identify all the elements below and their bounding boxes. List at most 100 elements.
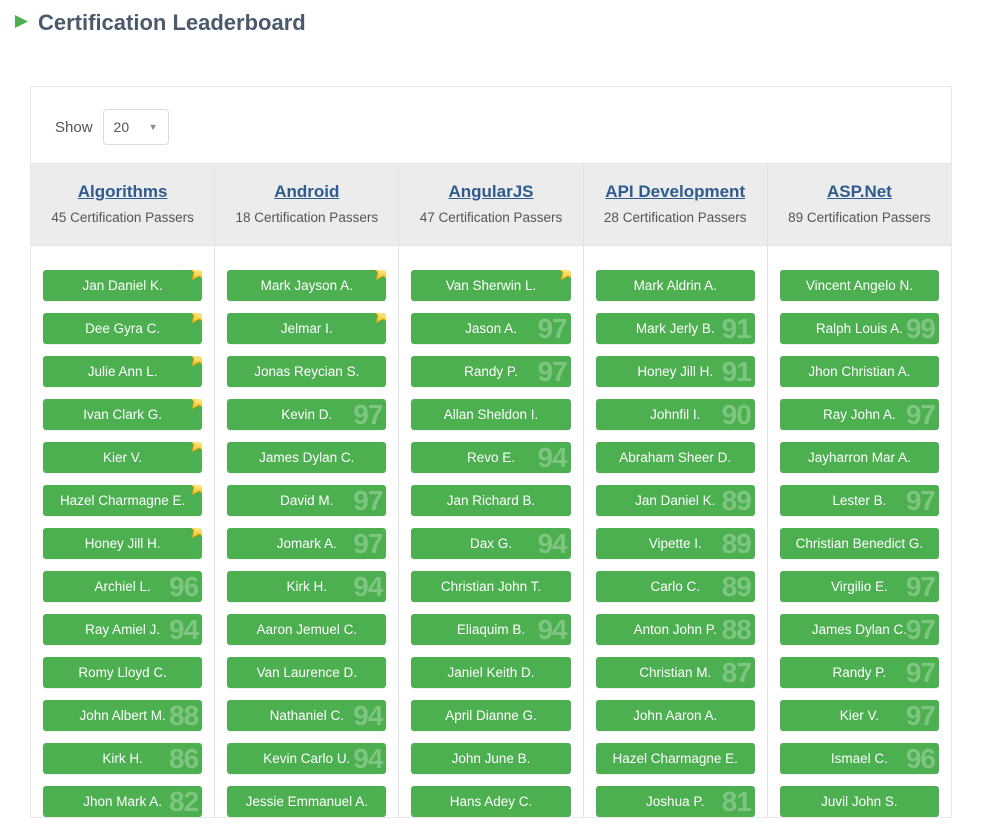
passer-score: 94 bbox=[537, 528, 566, 559]
passer-chip[interactable]: Eliaquim B.94 bbox=[411, 614, 570, 645]
passer-chip[interactable]: Jason A.97 bbox=[411, 313, 570, 344]
passer-name: Abraham Sheer D. bbox=[619, 450, 731, 465]
passer-chip[interactable]: John Aaron A. bbox=[596, 700, 755, 731]
passer-chip[interactable]: Mark Aldrin A. bbox=[596, 270, 755, 301]
passer-chip[interactable]: Jessie Emmanuel A. bbox=[227, 786, 386, 817]
passer-chip[interactable]: Archiel L.96 bbox=[43, 571, 202, 602]
column-subtitle: 28 Certification Passers bbox=[592, 210, 759, 225]
passer-chip[interactable]: Jelmar I. bbox=[227, 313, 386, 344]
passer-name: Juvil John S. bbox=[821, 794, 898, 809]
passer-chip[interactable]: Jhon Mark A.82 bbox=[43, 786, 202, 817]
passer-name: Christian M. bbox=[639, 665, 711, 680]
passer-chip[interactable]: Jayharron Mar A. bbox=[780, 442, 939, 473]
passer-chip[interactable]: Kevin Carlo U.94 bbox=[227, 743, 386, 774]
passer-chip[interactable]: Van Sherwin L. bbox=[411, 270, 570, 301]
passer-chip[interactable]: Dax G.94 bbox=[411, 528, 570, 559]
column-header: Algorithms45 Certification Passers bbox=[31, 164, 214, 245]
passer-chip[interactable]: Jonas Reycian S. bbox=[227, 356, 386, 387]
passer-chip[interactable]: Mark Jerly B.91 bbox=[596, 313, 755, 344]
column-title-link[interactable]: Algorithms bbox=[78, 182, 168, 202]
passer-chip[interactable]: Van Laurence D. bbox=[227, 657, 386, 688]
column-title-link[interactable]: Android bbox=[274, 182, 339, 202]
passer-name: Jan Daniel K. bbox=[635, 493, 715, 508]
passer-score: 97 bbox=[537, 356, 566, 387]
passer-chip[interactable]: Jan Daniel K. bbox=[43, 270, 202, 301]
page-size-select[interactable]: 20 ▼ bbox=[103, 109, 169, 145]
passer-name: Anton John P. bbox=[634, 622, 717, 637]
column-body: Vincent Angelo N. Ralph Louis A.99 Jhon Ch… bbox=[768, 245, 951, 817]
passer-chip[interactable]: Joshua P.81 bbox=[596, 786, 755, 817]
column-body: Van Sherwin L. Jason A.97 Randy P.97 Allan … bbox=[399, 245, 582, 817]
passer-name: Vipette I. bbox=[649, 536, 702, 551]
passer-score: 97 bbox=[537, 313, 566, 344]
star-icon bbox=[186, 313, 202, 327]
passer-name: Ray John A. bbox=[823, 407, 896, 422]
passer-chip[interactable]: Nathaniel C.94 bbox=[227, 700, 386, 731]
column-header: ASP.Net89 Certification Passers bbox=[768, 164, 951, 245]
passer-chip[interactable]: Janiel Keith D. bbox=[411, 657, 570, 688]
passer-chip[interactable]: James Dylan C.97 bbox=[780, 614, 939, 645]
passer-chip[interactable]: Virgilio E.97 bbox=[780, 571, 939, 602]
show-label: Show bbox=[55, 119, 93, 136]
passer-chip[interactable]: John June B. bbox=[411, 743, 570, 774]
passer-chip[interactable]: David M.97 bbox=[227, 485, 386, 516]
passer-chip[interactable]: Christian John T. bbox=[411, 571, 570, 602]
passer-chip[interactable]: Johnfil I.90 bbox=[596, 399, 755, 430]
passer-chip[interactable]: April Dianne G. bbox=[411, 700, 570, 731]
column-header: AngularJS47 Certification Passers bbox=[399, 164, 582, 245]
column-title-link[interactable]: ASP.Net bbox=[827, 182, 892, 202]
passer-chip[interactable]: Honey Jill H.91 bbox=[596, 356, 755, 387]
passer-chip[interactable]: Vipette I.89 bbox=[596, 528, 755, 559]
passer-chip[interactable]: Randy P.97 bbox=[780, 657, 939, 688]
passer-chip[interactable]: Jan Richard B. bbox=[411, 485, 570, 516]
passer-chip[interactable]: Kier V.97 bbox=[780, 700, 939, 731]
passer-chip[interactable]: Kier V. bbox=[43, 442, 202, 473]
passer-chip[interactable]: Honey Jill H. bbox=[43, 528, 202, 559]
passer-chip[interactable]: James Dylan C. bbox=[227, 442, 386, 473]
passer-chip[interactable]: John Albert M.88 bbox=[43, 700, 202, 731]
passer-chip[interactable]: Juvil John S. bbox=[780, 786, 939, 817]
passer-chip[interactable]: Julie Ann L. bbox=[43, 356, 202, 387]
passer-name: Kirk H. bbox=[102, 751, 143, 766]
passer-chip[interactable]: Randy P.97 bbox=[411, 356, 570, 387]
passer-chip[interactable]: Hazel Charmagne E. bbox=[596, 743, 755, 774]
passer-chip[interactable]: Anton John P.88 bbox=[596, 614, 755, 645]
passer-chip[interactable]: Christian Benedict G. bbox=[780, 528, 939, 559]
passer-chip[interactable]: Ray Amiel J.94 bbox=[43, 614, 202, 645]
passer-chip[interactable]: Ivan Clark G. bbox=[43, 399, 202, 430]
passer-chip[interactable]: Jan Daniel K.89 bbox=[596, 485, 755, 516]
passer-chip[interactable]: Aaron Jemuel C. bbox=[227, 614, 386, 645]
passer-score: 91 bbox=[722, 356, 751, 387]
passer-chip[interactable]: Revo E.94 bbox=[411, 442, 570, 473]
passer-chip[interactable]: Carlo C.89 bbox=[596, 571, 755, 602]
passer-chip[interactable]: Ralph Louis A.99 bbox=[780, 313, 939, 344]
passer-name: Lester B. bbox=[832, 493, 886, 508]
passer-chip[interactable]: Kevin D.97 bbox=[227, 399, 386, 430]
passer-name: Jan Richard B. bbox=[447, 493, 536, 508]
passer-name: Ismael C. bbox=[831, 751, 888, 766]
passer-chip[interactable]: Ismael C.96 bbox=[780, 743, 939, 774]
passer-name: Vincent Angelo N. bbox=[806, 278, 913, 293]
page-title: Certification Leaderboard bbox=[38, 10, 306, 36]
passer-chip[interactable]: Jhon Christian A. bbox=[780, 356, 939, 387]
passer-chip[interactable]: Hans Adey C. bbox=[411, 786, 570, 817]
column-title-link[interactable]: API Development bbox=[605, 182, 745, 202]
passer-chip[interactable]: Hazel Charmagne E. bbox=[43, 485, 202, 516]
passer-chip[interactable]: Christian M.87 bbox=[596, 657, 755, 688]
passer-chip[interactable]: Kirk H. 86 bbox=[43, 743, 202, 774]
passer-chip[interactable]: Jomark A.97 bbox=[227, 528, 386, 559]
passer-chip[interactable]: Lester B.97 bbox=[780, 485, 939, 516]
passer-chip[interactable]: Vincent Angelo N. bbox=[780, 270, 939, 301]
passer-chip[interactable]: Abraham Sheer D. bbox=[596, 442, 755, 473]
passer-name: Jomark A. bbox=[277, 536, 337, 551]
passer-chip[interactable]: Dee Gyra C. bbox=[43, 313, 202, 344]
column-title-link[interactable]: AngularJS bbox=[448, 182, 533, 202]
passer-chip[interactable]: Mark Jayson A. bbox=[227, 270, 386, 301]
passer-chip[interactable]: Ray John A.97 bbox=[780, 399, 939, 430]
passer-chip[interactable]: Allan Sheldon I. bbox=[411, 399, 570, 430]
passer-score: 86 bbox=[169, 743, 198, 774]
passer-name: Jan Daniel K. bbox=[82, 278, 162, 293]
passer-chip[interactable]: Romy Lloyd C. bbox=[43, 657, 202, 688]
passer-chip[interactable]: Kirk H.94 bbox=[227, 571, 386, 602]
passer-name: Eliaquim B. bbox=[457, 622, 525, 637]
